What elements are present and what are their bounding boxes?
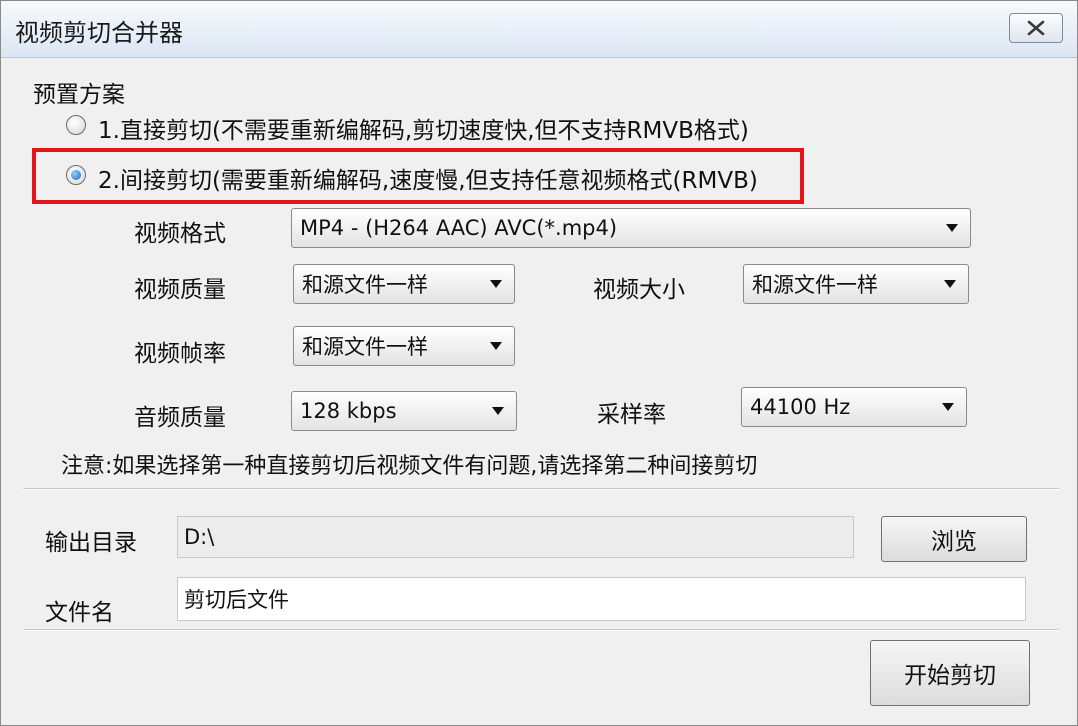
chevron-down-icon [490, 342, 502, 350]
chevron-down-icon [942, 403, 954, 411]
video-quality-value: 和源文件一样 [302, 273, 428, 297]
sample-rate-label: 采样率 [597, 402, 666, 428]
sample-rate-select[interactable]: 44100 Hz [741, 387, 967, 427]
chevron-down-icon [490, 280, 502, 288]
radio-indirect-cut-label[interactable]: 2.间接剪切(需要重新编解码,速度慢,但支持任意视频格式(RMVB) [98, 161, 758, 195]
audio-quality-select[interactable]: 128 kbps [291, 391, 517, 431]
video-format-label: 视频格式 [134, 221, 226, 247]
sample-rate-value: 44100 Hz [750, 395, 851, 419]
start-cut-button[interactable]: 开始剪切 [870, 640, 1030, 706]
window-title: 视频剪切合并器 [15, 19, 183, 47]
preset-group-label: 预置方案 [33, 82, 125, 108]
video-format-value: MP4 - (H264 AAC) AVC(*.mp4) [300, 216, 618, 240]
audio-quality-label: 音频质量 [134, 405, 226, 431]
radio-direct-cut-label[interactable]: 1.直接剪切(不需要重新编解码,剪切速度快,但不支持RMVB格式) [98, 111, 749, 145]
divider [23, 488, 1059, 490]
browse-button[interactable]: 浏览 [881, 516, 1027, 562]
video-size-label: 视频大小 [593, 277, 685, 303]
video-size-value: 和源文件一样 [752, 273, 878, 297]
app-window: 视频剪切合并器 预置方案 1.直接剪切(不需要重新编解码,剪切速度快,但不支持R… [0, 0, 1078, 726]
chevron-down-icon [492, 407, 504, 415]
output-dir-field[interactable]: D:\ [177, 516, 854, 558]
video-size-select[interactable]: 和源文件一样 [743, 264, 969, 304]
chevron-down-icon [944, 280, 956, 288]
output-dir-label: 输出目录 [45, 530, 137, 556]
frame-rate-value: 和源文件一样 [302, 335, 428, 359]
filename-value: 剪切后文件 [184, 588, 289, 612]
note-text: 注意:如果选择第一种直接剪切后视频文件有问题,请选择第二种间接剪切 [61, 454, 758, 479]
title-bar[interactable]: 视频剪切合并器 [1, 1, 1077, 58]
close-button[interactable] [1009, 13, 1063, 43]
radio-indirect-cut[interactable] [66, 165, 86, 185]
audio-quality-value: 128 kbps [300, 399, 397, 423]
chevron-down-icon [946, 224, 958, 232]
video-quality-label: 视频质量 [134, 277, 226, 303]
video-format-select[interactable]: MP4 - (H264 AAC) AVC(*.mp4) [291, 208, 971, 248]
output-dir-value: D:\ [184, 525, 215, 549]
filename-input[interactable]: 剪切后文件 [177, 577, 1026, 621]
filename-label: 文件名 [45, 600, 114, 626]
video-quality-select[interactable]: 和源文件一样 [293, 264, 515, 304]
close-icon [1027, 20, 1045, 36]
divider [23, 629, 1059, 631]
frame-rate-select[interactable]: 和源文件一样 [293, 326, 515, 366]
radio-direct-cut[interactable] [66, 115, 86, 135]
frame-rate-label: 视频帧率 [134, 341, 226, 367]
